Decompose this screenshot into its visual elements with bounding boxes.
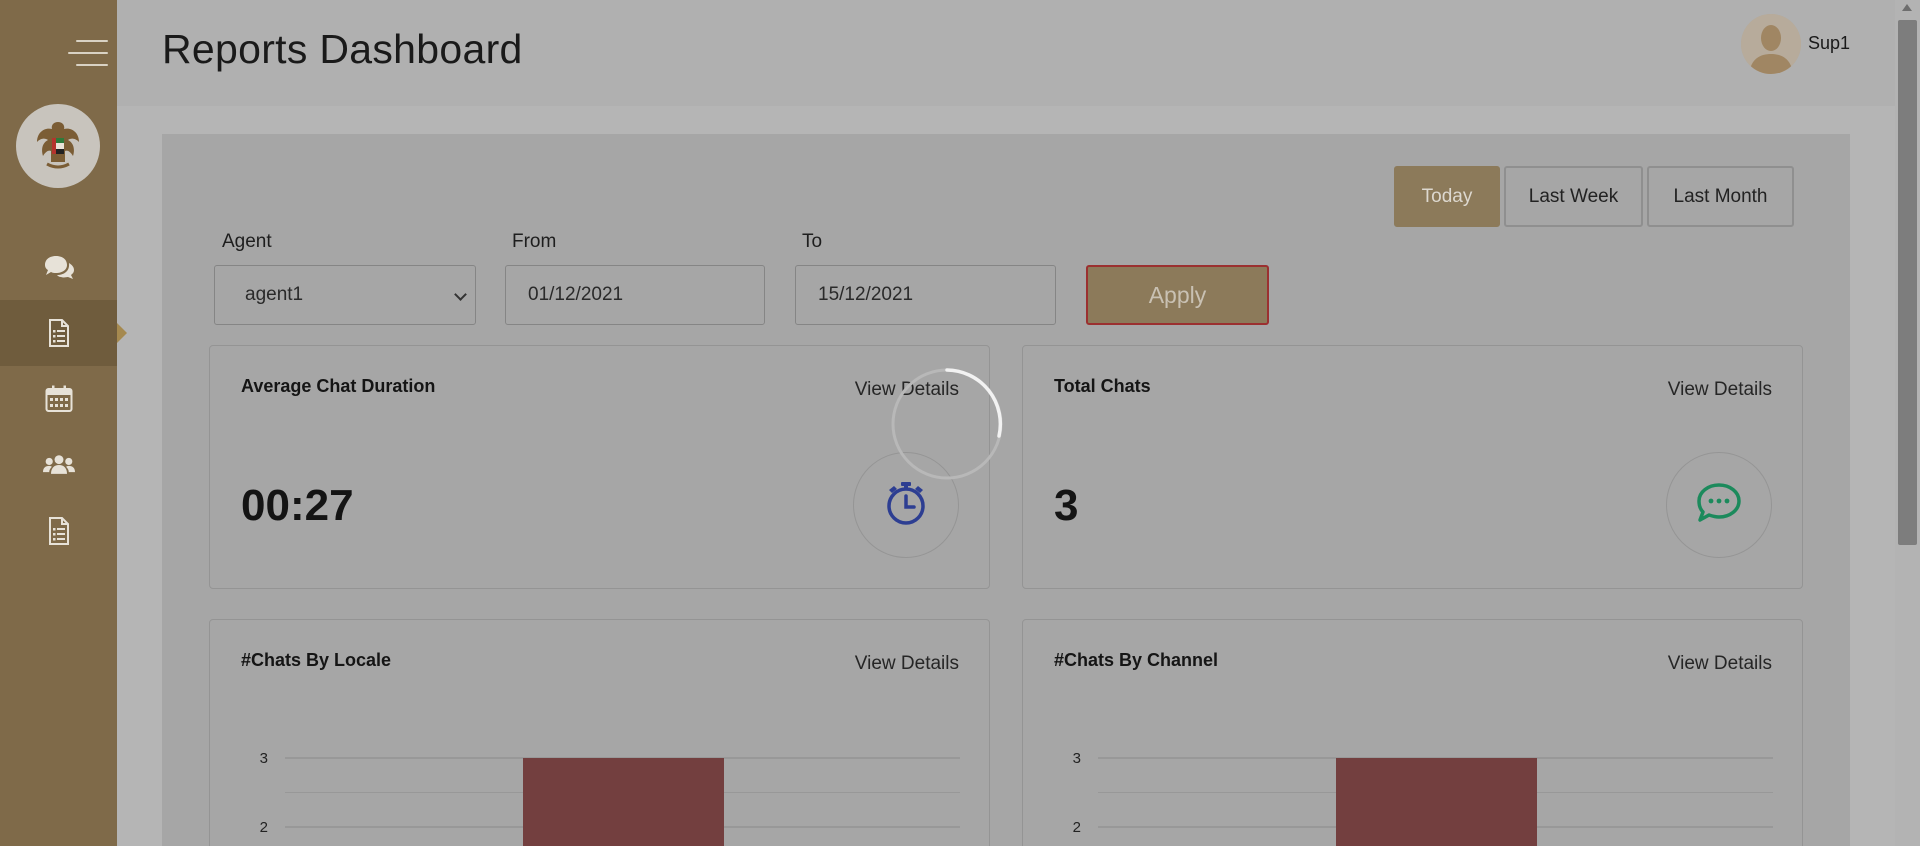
calendar-icon <box>43 383 75 415</box>
sidebar-item-calendar[interactable] <box>0 366 117 432</box>
chart-bar[interactable] <box>1336 758 1537 846</box>
to-date-input[interactable]: 15/12/2021 <box>795 265 1056 325</box>
card-title: Average Chat Duration <box>241 376 436 396</box>
sidebar-item-reports[interactable] <box>0 300 127 366</box>
today-button[interactable]: Today <box>1394 166 1500 227</box>
emblem-logo <box>16 104 100 188</box>
chevron-down-icon <box>454 288 467 301</box>
agent-label: Agent <box>222 231 272 252</box>
last-month-button[interactable]: Last Month <box>1647 166 1794 227</box>
avg-duration-value: 00:27 <box>241 481 354 530</box>
menu-toggle-icon[interactable] <box>66 40 108 68</box>
locale-bar-chart: 32 <box>260 750 960 846</box>
card-title: Total Chats <box>1054 376 1151 396</box>
sidebar-item-documents[interactable] <box>0 498 117 564</box>
y-tick-label: 3 <box>260 750 268 767</box>
sidebar-item-chats[interactable] <box>0 235 117 301</box>
chart-bar[interactable] <box>523 758 724 846</box>
loading-spinner <box>891 368 1003 480</box>
from-date-input[interactable]: 01/12/2021 <box>505 265 765 325</box>
chats-icon <box>43 252 75 284</box>
sidebar-item-users[interactable] <box>0 432 117 498</box>
total-chats-value: 3 <box>1054 481 1079 530</box>
to-date-value: 15/12/2021 <box>818 284 914 305</box>
y-tick-label: 2 <box>1073 819 1081 836</box>
document-icon <box>43 515 75 547</box>
page-title: Reports Dashboard <box>162 26 523 72</box>
y-tick-label: 3 <box>1073 750 1081 767</box>
view-details-link[interactable]: View Details <box>1668 379 1772 401</box>
y-tick-label: 2 <box>260 819 268 836</box>
scroll-up-icon[interactable] <box>1902 4 1912 11</box>
from-label: From <box>512 231 557 252</box>
stat-icon-circle <box>1666 452 1772 558</box>
report-icon <box>43 317 75 349</box>
user-name[interactable]: Sup1 <box>1808 33 1850 54</box>
apply-button[interactable]: Apply <box>1086 265 1269 325</box>
sidebar <box>0 0 127 846</box>
users-icon <box>42 449 75 481</box>
chat-bubble-icon <box>1696 482 1742 528</box>
agent-select-value: agent1 <box>245 284 304 305</box>
total-chats-card: Total Chats View Details 3 <box>1022 345 1803 589</box>
vertical-scrollbar[interactable] <box>1895 0 1920 846</box>
stopwatch-icon <box>885 480 927 530</box>
scrollbar-thumb[interactable] <box>1898 20 1917 545</box>
from-date-value: 01/12/2021 <box>528 284 624 305</box>
date-range-group: Today Last Week Last Month <box>1394 166 1794 227</box>
to-label: To <box>802 231 823 252</box>
channel-bar-chart: 32 <box>1073 750 1773 846</box>
avg-duration-card: Average Chat Duration View Details 00:27 <box>209 345 990 589</box>
avatar[interactable] <box>1741 14 1801 74</box>
chats-by-channel-card: #Chats By Channel View Details 32 <box>1022 619 1803 846</box>
agent-select[interactable]: agent1 <box>214 265 476 325</box>
chats-by-locale-card: #Chats By Locale View Details 32 <box>209 619 990 846</box>
last-week-button[interactable]: Last Week <box>1504 166 1643 227</box>
